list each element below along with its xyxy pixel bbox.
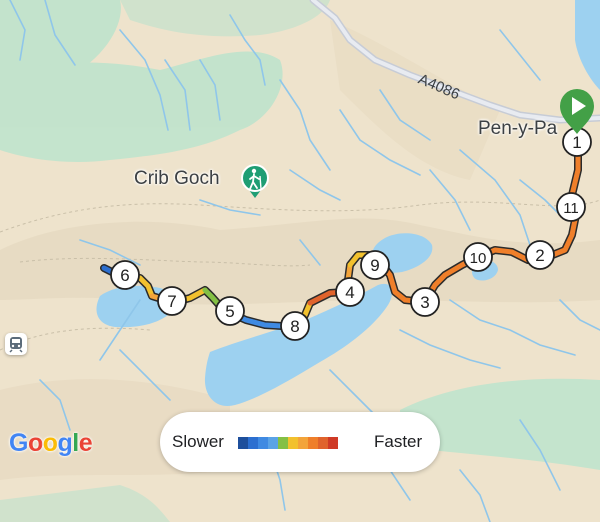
route-marker-10[interactable]: 10 (463, 242, 493, 272)
place-label-pen-y-pa: Pen-y-Pa (478, 118, 558, 139)
route-marker-label: 9 (370, 256, 379, 275)
google-logo-letter: g (57, 429, 73, 457)
route-marker-label: 2 (535, 246, 544, 265)
route-marker-label: 11 (563, 200, 579, 217)
route-marker-label: 5 (225, 302, 234, 321)
google-logo-letter: o (27, 429, 43, 457)
route-marker-2[interactable]: 2 (525, 240, 555, 270)
legend-slower-label: Slower (172, 432, 224, 451)
speed-swatch (248, 437, 258, 449)
route-marker-8[interactable]: 8 (280, 311, 310, 341)
legend-faster-label: Faster (374, 432, 423, 451)
route-marker-9[interactable]: 9 (360, 250, 390, 280)
speed-swatch (308, 437, 318, 449)
route-marker-11[interactable]: 11 (556, 192, 586, 222)
route-marker-7[interactable]: 7 (157, 286, 187, 316)
place-label-crib-goch: Crib Goch (134, 168, 220, 189)
route-marker-5[interactable]: 5 (215, 296, 245, 326)
route-marker-label: 1 (572, 133, 581, 152)
speed-swatch (268, 437, 278, 449)
speed-swatch (298, 437, 308, 449)
google-logo-letter: G (9, 429, 28, 457)
speed-swatch (238, 437, 248, 449)
route-marker-label: 6 (120, 266, 129, 285)
speed-swatch (318, 437, 328, 449)
speed-gradient-bar (238, 437, 338, 449)
route-marker-label: 3 (420, 293, 429, 312)
speed-swatch (328, 437, 338, 449)
route-marker-4[interactable]: 4 (335, 277, 365, 307)
google-logo-letter: o (42, 429, 58, 457)
google-logo-letter: e (78, 429, 93, 457)
route-marker-label: 7 (167, 292, 176, 311)
route-marker-label: 8 (290, 317, 299, 336)
speed-swatch (278, 437, 288, 449)
speed-legend: Slower Faster (160, 412, 440, 472)
speed-swatch (258, 437, 268, 449)
route-marker-6[interactable]: 6 (110, 260, 140, 290)
route-marker-3[interactable]: 3 (410, 287, 440, 317)
route-marker-label: 4 (345, 283, 354, 302)
speed-swatch (288, 437, 298, 449)
route-marker-label: 10 (470, 250, 487, 267)
train-station-icon[interactable] (5, 333, 27, 355)
google-logo: Google (9, 429, 93, 458)
